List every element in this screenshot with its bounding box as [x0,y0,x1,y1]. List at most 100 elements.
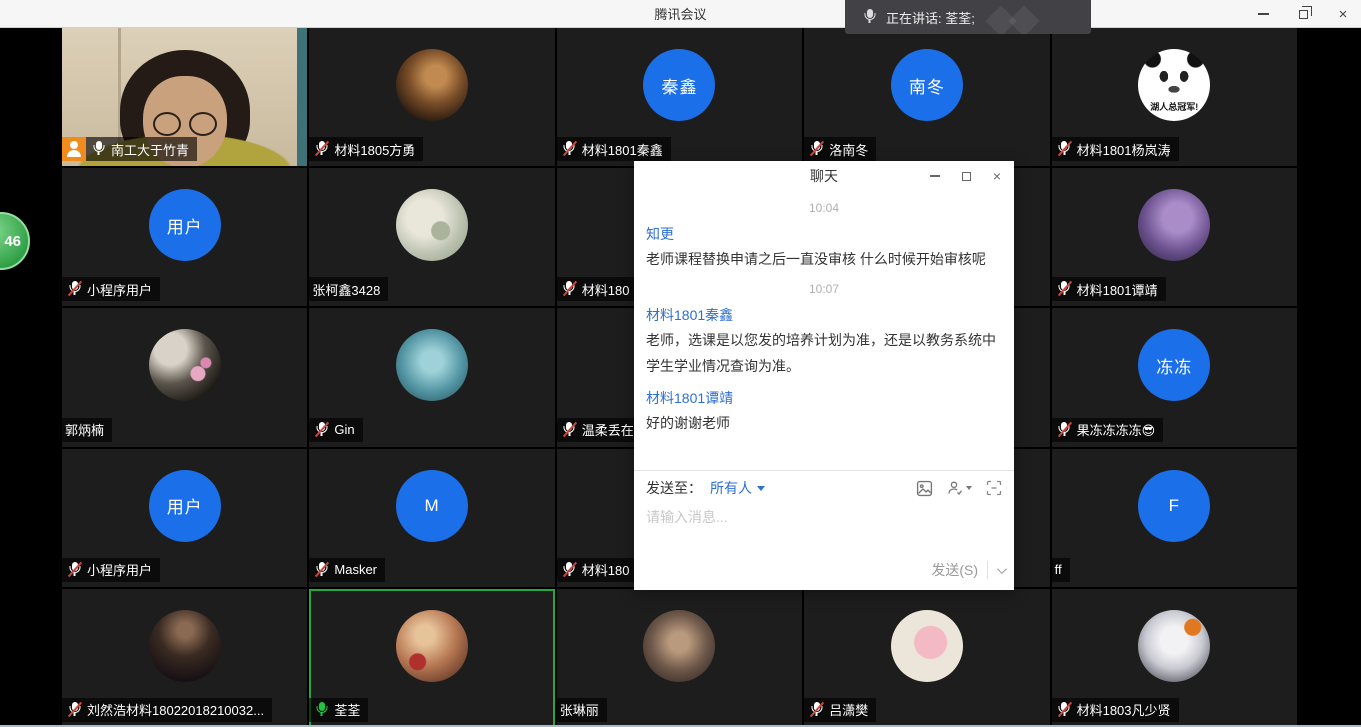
message-sender[interactable]: 材料1801秦鑫 [646,305,1002,325]
participant-cell[interactable]: 南工大于竹青 [62,28,307,166]
mic-muted-icon [562,421,577,439]
glasses [153,112,217,136]
chat-minimize-button[interactable] [928,169,942,183]
avatar-photo [396,329,468,401]
participant-name: 郭炳楠 [65,420,104,439]
participant-name: 吕潇樊 [829,700,868,719]
name-strip: 温柔丢在 [557,418,642,442]
participant-name: 洛南冬 [829,140,868,159]
avatar-photo [396,189,468,261]
message-text: 好的谢谢老师 [646,410,1002,436]
send-options-chevron-icon[interactable] [997,564,1007,574]
avatar: M [396,470,468,542]
participant-name: 材料180 [582,560,630,579]
participant-cell[interactable]: 张柯鑫3428 [309,168,554,306]
name-strip: Masker [309,558,385,582]
restore-button[interactable] [1295,6,1311,22]
mic-muted-icon [562,561,577,579]
avatar-photo [1138,189,1210,261]
participant-cell[interactable]: 用户小程序用户 [62,449,307,587]
message-sender[interactable]: 材料1801谭靖 [646,388,1002,408]
chat-close-button[interactable]: × [990,169,1004,183]
minimize-button[interactable] [1255,6,1271,22]
message-text: 老师，选课是以您发的培养计划为准，还是以教务系统中学生学业情况查询为准。 [646,327,1002,379]
chat-input[interactable]: 请输入消息... [634,505,1014,560]
mic-muted-icon [314,140,329,158]
participant-cell[interactable]: Gin [309,308,554,446]
avatar-photo [149,610,221,682]
participant-name: 张琳丽 [560,700,599,719]
unread-count-badge[interactable]: 46 [0,212,30,270]
participant-name: 果冻冻冻冻😎 [1077,420,1156,439]
participant-name: 南工大于竹青 [111,140,189,159]
participant-cell[interactable]: 用户小程序用户 [62,168,307,306]
participant-name: 小程序用户 [87,280,152,299]
participant-cell[interactable]: 材料1803凡少贤 [1052,589,1297,727]
participant-cell[interactable]: 材料1801谭靖 [1052,168,1297,306]
close-button[interactable]: × [1335,6,1351,22]
image-icon[interactable] [916,480,933,497]
mention-member-icon[interactable] [947,480,972,496]
participant-name: 温柔丢在 [582,420,634,439]
avatar: 用户 [149,470,221,542]
avatar-meme: 湖人总冠军! [1138,49,1210,121]
mic-muted-icon [314,561,329,579]
name-strip: 材料1801杨岚涛 [1052,137,1179,161]
name-strip: 张柯鑫3428 [309,277,388,301]
toast-decoration [1008,5,1039,34]
message-time: 10:07 [646,282,1002,296]
mic-muted-icon [67,701,82,719]
avatar-photo [396,49,468,121]
participant-name: 材料1801杨岚涛 [1077,140,1171,159]
name-strip: 材料1801谭靖 [1052,277,1166,301]
name-strip: 吕潇樊 [804,698,876,722]
participant-cell[interactable]: 吕潇樊 [804,589,1049,727]
participant-cell[interactable]: 郭炳楠 [62,308,307,446]
avatar: 用户 [149,189,221,261]
mic-muted-icon [1057,280,1072,298]
chat-maximize-button[interactable] [959,169,973,183]
participant-cell[interactable]: 材料1805方勇 [309,28,554,166]
avatar-photo [1138,610,1210,682]
name-strip: 果冻冻冻冻😎 [1052,418,1164,442]
participant-name: 荃荃 [334,700,360,719]
participant-cell[interactable]: 张琳丽 [557,589,802,727]
send-to-dropdown[interactable]: 所有人 [710,478,765,498]
participant-cell[interactable]: 冻冻果冻冻冻冻😎 [1052,308,1297,446]
send-button[interactable]: 发送(S) [931,560,978,580]
participant-cell[interactable]: M Masker [309,449,554,587]
mic-muted-icon [562,280,577,298]
participant-name: 刘然浩材料18022018210032... [87,700,264,719]
divider [987,561,988,579]
name-strip: 南工大于竹青 [62,137,197,161]
name-strip: 刘然浩材料18022018210032... [62,698,272,722]
mic-muted-icon [1057,140,1072,158]
avatar: F [1138,470,1210,542]
name-strip: ff [1052,558,1070,582]
avatar-meme-text: 湖人总冠军! [1138,100,1210,113]
mic-muted-icon [562,140,577,158]
name-strip: 材料1803凡少贤 [1052,698,1179,722]
chat-window: 聊天 × 10:04知更老师课程替换申请之后一直没审核 什么时候开始审核呢10:… [634,161,1014,590]
participant-name: 材料1805方勇 [334,140,415,159]
name-strip: 小程序用户 [62,277,160,301]
participant-cell[interactable]: Fff [1052,449,1297,587]
name-strip: 材料1805方勇 [309,137,423,161]
window-controls: × [1255,0,1351,28]
name-strip: 小程序用户 [62,558,160,582]
participant-cell[interactable]: 湖人总冠军! 材料1801杨岚涛 [1052,28,1297,166]
chevron-down-icon [757,486,765,491]
chat-compose-area: 发送至： 所有人 [634,470,1014,590]
chat-window-controls: × [928,161,1004,191]
name-strip: 洛南冬 [804,137,876,161]
avatar-photo [643,610,715,682]
message-sender[interactable]: 知更 [646,224,1002,244]
screenshot-icon[interactable] [986,480,1002,496]
participant-cell[interactable]: 刘然浩材料18022018210032... [62,589,307,727]
name-strip: 材料1801秦鑫 [557,137,671,161]
participant-cell[interactable]: 秦鑫材料1801秦鑫 [557,28,802,166]
participant-name: 材料1803凡少贤 [1077,700,1171,719]
participant-cell[interactable]: 南冬洛南冬 [804,28,1049,166]
participant-cell[interactable]: 荃荃 [309,589,554,727]
chat-titlebar[interactable]: 聊天 × [634,161,1014,191]
